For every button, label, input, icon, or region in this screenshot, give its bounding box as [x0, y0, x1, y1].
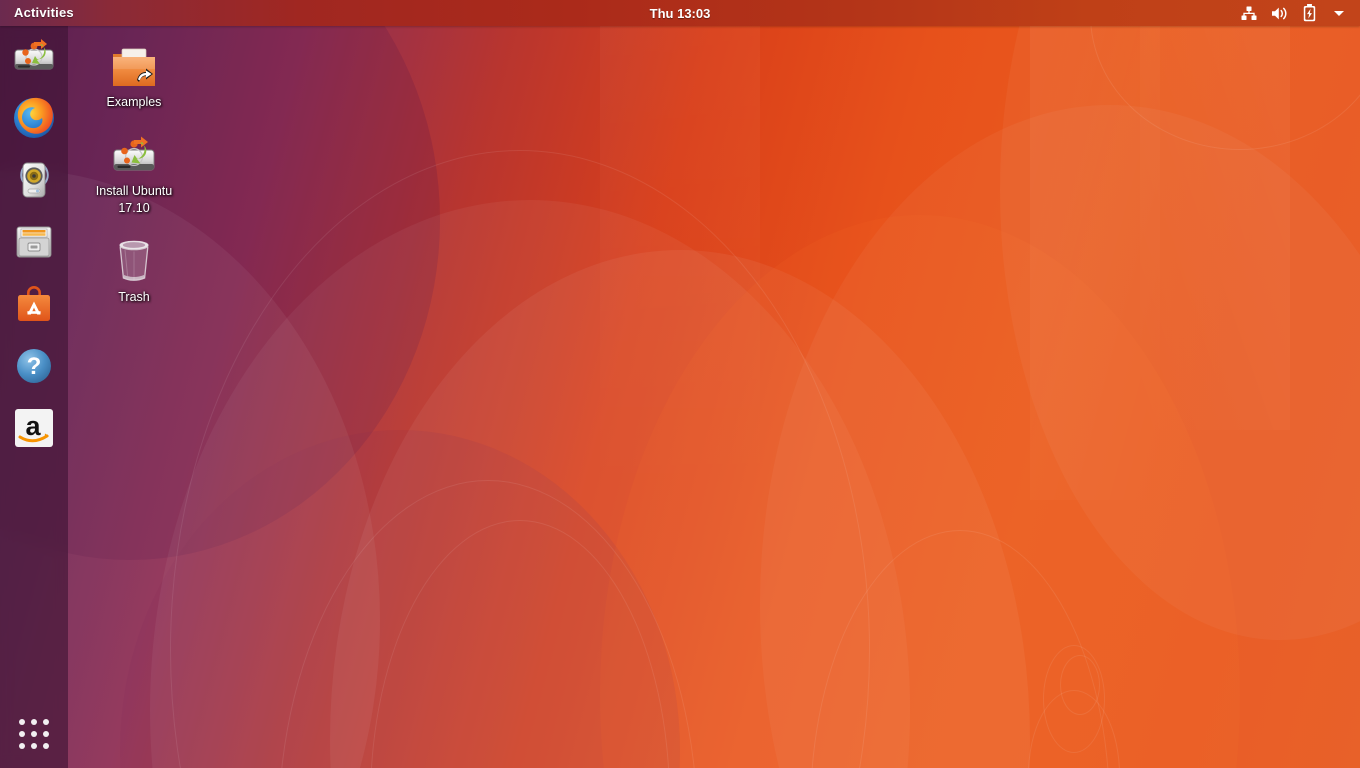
- desktop-icon-examples[interactable]: Examples: [78, 34, 190, 115]
- ubiquity-disk-icon: [14, 39, 54, 70]
- dock-app-list: ? a: [10, 26, 58, 452]
- desktop-icon-label: Trash: [118, 290, 150, 304]
- apps-grid-icon: [19, 719, 49, 749]
- volume-icon[interactable]: [1270, 4, 1288, 22]
- desktop-icon-install-ubuntu[interactable]: Install Ubuntu 17.10: [78, 123, 190, 221]
- ubiquity-disk-icon: [109, 127, 159, 179]
- amazon-icon: a: [15, 409, 53, 447]
- desktop-icon-list: Examples Install Ubuntu 17.10 Trash: [78, 34, 238, 318]
- clock-button[interactable]: Thu 13:03: [570, 6, 790, 21]
- desktop-icon-label: Install Ubuntu 17.10: [95, 184, 173, 215]
- show-applications-button[interactable]: [10, 710, 58, 758]
- top-bar: Activities Thu 13:03: [0, 0, 1360, 26]
- dock-item-files[interactable]: [10, 218, 58, 266]
- dock-item-ubuntu-software[interactable]: [10, 280, 58, 328]
- dock-item-amazon[interactable]: a: [10, 404, 58, 452]
- desktop-icon-label: Examples: [106, 95, 162, 109]
- firefox-icon: [14, 97, 54, 138]
- dock-item-rhythmbox[interactable]: [10, 156, 58, 204]
- chevron-down-icon[interactable]: [1330, 4, 1348, 22]
- folder-symlink-icon: [109, 38, 159, 90]
- activities-button[interactable]: Activities: [0, 0, 86, 26]
- desktop-icon-trash[interactable]: Trash: [78, 229, 190, 310]
- dock-item-ubuntu-installer[interactable]: [10, 32, 58, 80]
- dock: ? a: [0, 26, 68, 768]
- dock-item-help[interactable]: ?: [10, 342, 58, 390]
- network-wired-icon[interactable]: [1240, 4, 1258, 22]
- battery-charging-icon[interactable]: [1300, 4, 1318, 22]
- dock-item-firefox[interactable]: [10, 94, 58, 142]
- svg-text:?: ?: [27, 353, 42, 380]
- files-icon: [16, 226, 52, 258]
- rhythmbox-icon: [20, 162, 49, 198]
- desktop[interactable]: Activities Thu 13:03 ? a Examples Instal…: [0, 0, 1360, 768]
- ubuntu-software-icon: [18, 286, 50, 321]
- help-icon: ?: [17, 349, 51, 383]
- trash-icon: [111, 233, 157, 285]
- status-menu[interactable]: [1234, 0, 1354, 26]
- svg-text:a: a: [25, 411, 41, 441]
